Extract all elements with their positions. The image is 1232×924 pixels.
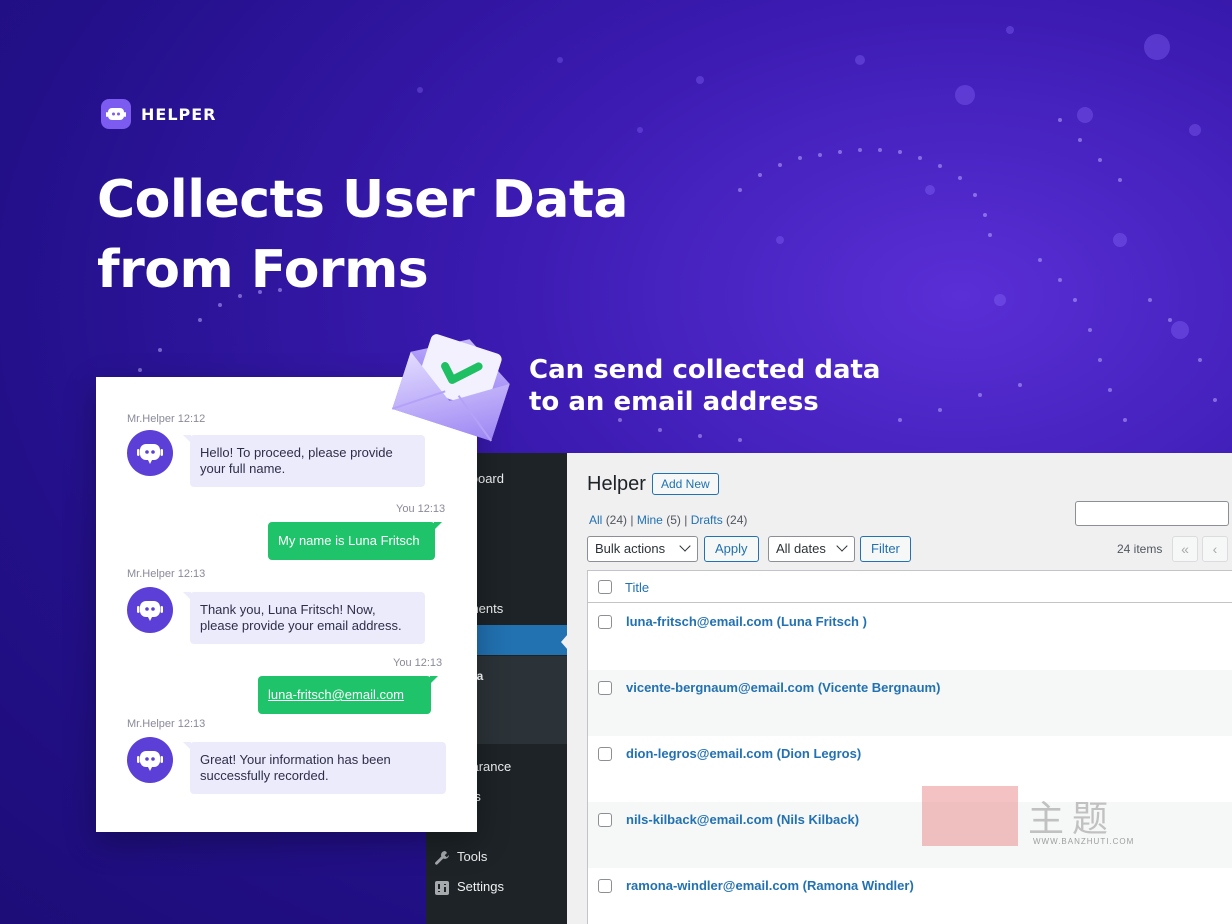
helper-logo-icon	[101, 99, 131, 129]
bot-avatar-icon	[127, 587, 173, 633]
posts-table: Title luna-fritsch@email.com (Luna Frits…	[587, 570, 1232, 924]
select-all-checkbox[interactable]	[598, 580, 612, 594]
wrench-icon	[435, 851, 449, 865]
message-meta: You 12:13	[393, 657, 443, 669]
message-meta: Mr.Helper 12:13	[127, 718, 206, 730]
filter-mine-link[interactable]: Mine	[637, 513, 663, 527]
filter-mine-count: (5)	[666, 513, 681, 527]
row-checkbox[interactable]	[598, 747, 612, 761]
page-headline: Collects User Data from Forms	[97, 165, 628, 305]
wp-admin-content: Helper Add New All (24) | Mine (5) | Dra…	[567, 453, 1232, 924]
row-title-link[interactable]: vicente-bergnaum@email.com (Vicente Berg…	[626, 680, 940, 695]
filter-all-count: (24)	[605, 513, 628, 527]
subhead-line-1: Can send collected data	[529, 355, 881, 385]
status-filter-links: All (24) | Mine (5) | Drafts (24)	[589, 513, 747, 527]
headline-line-2: from Forms	[97, 240, 429, 300]
watermark: 主题 WWW.BANZHUTI.COM	[918, 782, 1148, 848]
search-input[interactable]	[1075, 501, 1229, 526]
bulk-actions-select[interactable]: Bulk actions	[587, 536, 698, 562]
headline-line-1: Collects User Data	[97, 170, 628, 230]
table-row: luna-fritsch@email.com (Luna Fritsch )	[588, 604, 1232, 670]
items-count: 24 items	[1117, 542, 1163, 556]
add-new-button[interactable]: Add New	[652, 473, 719, 495]
bot-message-bubble: Great! Your information has been successf…	[183, 742, 446, 794]
row-title-link[interactable]: ramona-windler@email.com (Ramona Windler…	[626, 878, 914, 893]
email-link[interactable]: luna-fritsch@email.com	[268, 687, 404, 702]
user-message-bubble: luna-fritsch@email.com	[258, 676, 438, 714]
date-filter-select[interactable]: All dates	[768, 536, 855, 562]
row-title-link[interactable]: luna-fritsch@email.com (Luna Fritsch )	[626, 614, 867, 629]
bot-avatar-icon	[127, 430, 173, 476]
row-checkbox[interactable]	[598, 681, 612, 695]
filter-drafts-count: (24)	[726, 513, 748, 527]
row-title-link[interactable]: dion-legros@email.com (Dion Legros)	[626, 746, 861, 761]
filter-drafts-link[interactable]: Drafts	[691, 513, 723, 527]
title-column-header[interactable]: Title	[625, 580, 649, 595]
wp-admin-window: shboard ts dia es mments per ata w s pea…	[426, 453, 1232, 924]
previous-page-button[interactable]: ‹	[1202, 536, 1228, 562]
first-page-button[interactable]: «	[1172, 536, 1198, 562]
bot-message-bubble: Thank you, Luna Fritsch! Now, please prov…	[183, 592, 425, 644]
filter-separator: |	[630, 513, 634, 527]
chevron-down-icon	[836, 540, 848, 552]
chevron-down-icon	[679, 540, 691, 552]
settings-sliders-icon	[435, 881, 449, 895]
watermark-url: WWW.BANZHUTI.COM	[1033, 837, 1135, 846]
page-title: Helper	[587, 473, 646, 495]
table-row: ramona-windler@email.com (Ramona Windler…	[588, 868, 1232, 924]
message-meta: You 12:13	[396, 503, 446, 515]
feature-subheadline: Can send collected data to an email addr…	[529, 354, 880, 418]
filter-all-link[interactable]: All	[589, 513, 602, 527]
row-checkbox[interactable]	[598, 813, 612, 827]
watermark-stamp	[922, 786, 1018, 846]
row-checkbox[interactable]	[598, 615, 612, 629]
envelope-check-icon	[391, 334, 510, 442]
message-meta: Mr.Helper 12:13	[127, 568, 206, 580]
subhead-line-2: to an email address	[529, 387, 819, 417]
sidebar-item-tools[interactable]: Tools	[426, 842, 567, 872]
bot-avatar-icon	[127, 737, 173, 783]
table-row: vicente-bergnaum@email.com (Vicente Berg…	[588, 670, 1232, 736]
table-header: Title	[588, 571, 1232, 603]
brand-name: HELPER	[141, 104, 217, 124]
message-meta: Mr.Helper 12:12	[127, 413, 206, 425]
sidebar-item-settings[interactable]: Settings	[426, 872, 567, 902]
brand: HELPER	[101, 99, 217, 129]
row-title-link[interactable]: nils-kilback@email.com (Nils Kilback)	[626, 812, 859, 827]
apply-button[interactable]: Apply	[704, 536, 759, 562]
user-message-bubble: My name is Luna Fritsch	[268, 522, 442, 560]
filter-button[interactable]: Filter	[860, 536, 911, 562]
row-checkbox[interactable]	[598, 879, 612, 893]
filter-separator: |	[684, 513, 688, 527]
watermark-text: 主题	[1028, 799, 1117, 840]
